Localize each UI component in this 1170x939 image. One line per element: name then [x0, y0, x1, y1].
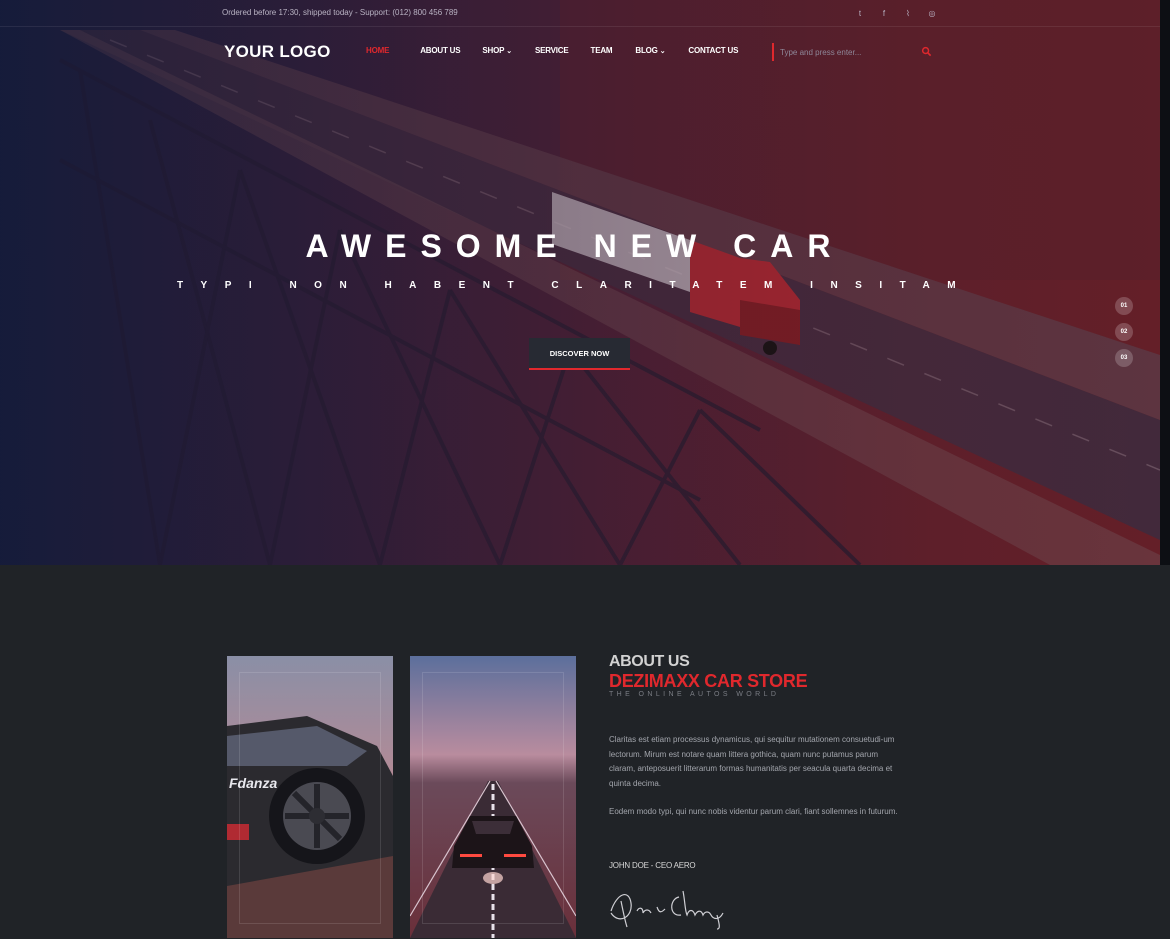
social-links: t f ⌇ ◎: [852, 5, 940, 21]
photo-frame: [422, 672, 564, 924]
slide-dot-1[interactable]: 01: [1115, 297, 1133, 315]
discover-now-button[interactable]: DISCOVER NOW: [529, 338, 630, 370]
hero-subtitle: TYPI NON HABENT CLARITATEM INSITAM: [176, 280, 974, 291]
shipping-notice: Ordered before 17:30, shipped today - Su…: [222, 8, 458, 17]
rss-icon[interactable]: ⌇: [900, 5, 916, 21]
about-section: Fdanza ABOUT US DEZIMAXX CAR STORE THE O…: [0, 565, 1170, 939]
hero-banner: Ordered before 17:30, shipped today - Su…: [0, 0, 1160, 565]
search-box: [772, 43, 934, 61]
about-content: ABOUT US DEZIMAXX CAR STORE THE ONLINE A…: [609, 653, 909, 930]
hero-title: AWESOME NEW CAR: [305, 228, 845, 264]
search-icon[interactable]: [921, 46, 932, 57]
photo-frame: [239, 672, 381, 924]
nav-about-us[interactable]: ABOUT US: [420, 46, 460, 55]
slide-dot-2[interactable]: 02: [1115, 323, 1133, 341]
search-input[interactable]: [774, 47, 920, 57]
chevron-down-icon: ⌄: [659, 47, 666, 55]
main-menu: HOME ABOUT US SHOP ⌄ SERVICE TEAM BLOG ⌄ C…: [366, 46, 738, 55]
site-logo[interactable]: YOUR LOGO: [224, 42, 331, 62]
store-tagline: THE ONLINE AUTOS WORLD: [609, 691, 780, 698]
chevron-down-icon: ⌄: [506, 47, 512, 55]
nav-home[interactable]: HOME: [366, 46, 389, 55]
car-photo-wheel: Fdanza: [227, 656, 393, 938]
twitter-icon[interactable]: t: [852, 5, 868, 21]
nav-shop[interactable]: SHOP ⌄: [482, 46, 512, 55]
top-bar: Ordered before 17:30, shipped today - Su…: [0, 0, 1160, 27]
about-heading: ABOUT US: [609, 653, 690, 670]
facebook-icon[interactable]: f: [876, 5, 892, 21]
nav-service[interactable]: SERVICE: [535, 46, 569, 55]
signature-image: [610, 890, 724, 930]
signer-name: JOHN DOE - CEO AERO: [609, 861, 696, 870]
dribbble-icon[interactable]: ◎: [924, 5, 940, 21]
about-paragraph-1: Claritas est etiam processus dynamicus, …: [609, 735, 895, 788]
nav-team[interactable]: TEAM: [591, 46, 613, 55]
store-name: DEZIMAXX CAR STORE: [609, 671, 808, 691]
nav-blog[interactable]: BLOG ⌄: [635, 46, 665, 55]
slider-pagination: 01 02 03: [1115, 297, 1133, 367]
about-paragraph-2: Eodem modo typi, qui nunc nobis videntur…: [609, 807, 898, 816]
car-photo-road: [410, 656, 576, 938]
scrollbar-track[interactable]: [1160, 0, 1170, 565]
nav-contact-us[interactable]: CONTACT US: [688, 46, 738, 55]
main-navbar: YOUR LOGO HOME ABOUT US SHOP ⌄ SERVICE TE…: [0, 28, 1160, 74]
slide-dot-3[interactable]: 03: [1115, 349, 1133, 367]
